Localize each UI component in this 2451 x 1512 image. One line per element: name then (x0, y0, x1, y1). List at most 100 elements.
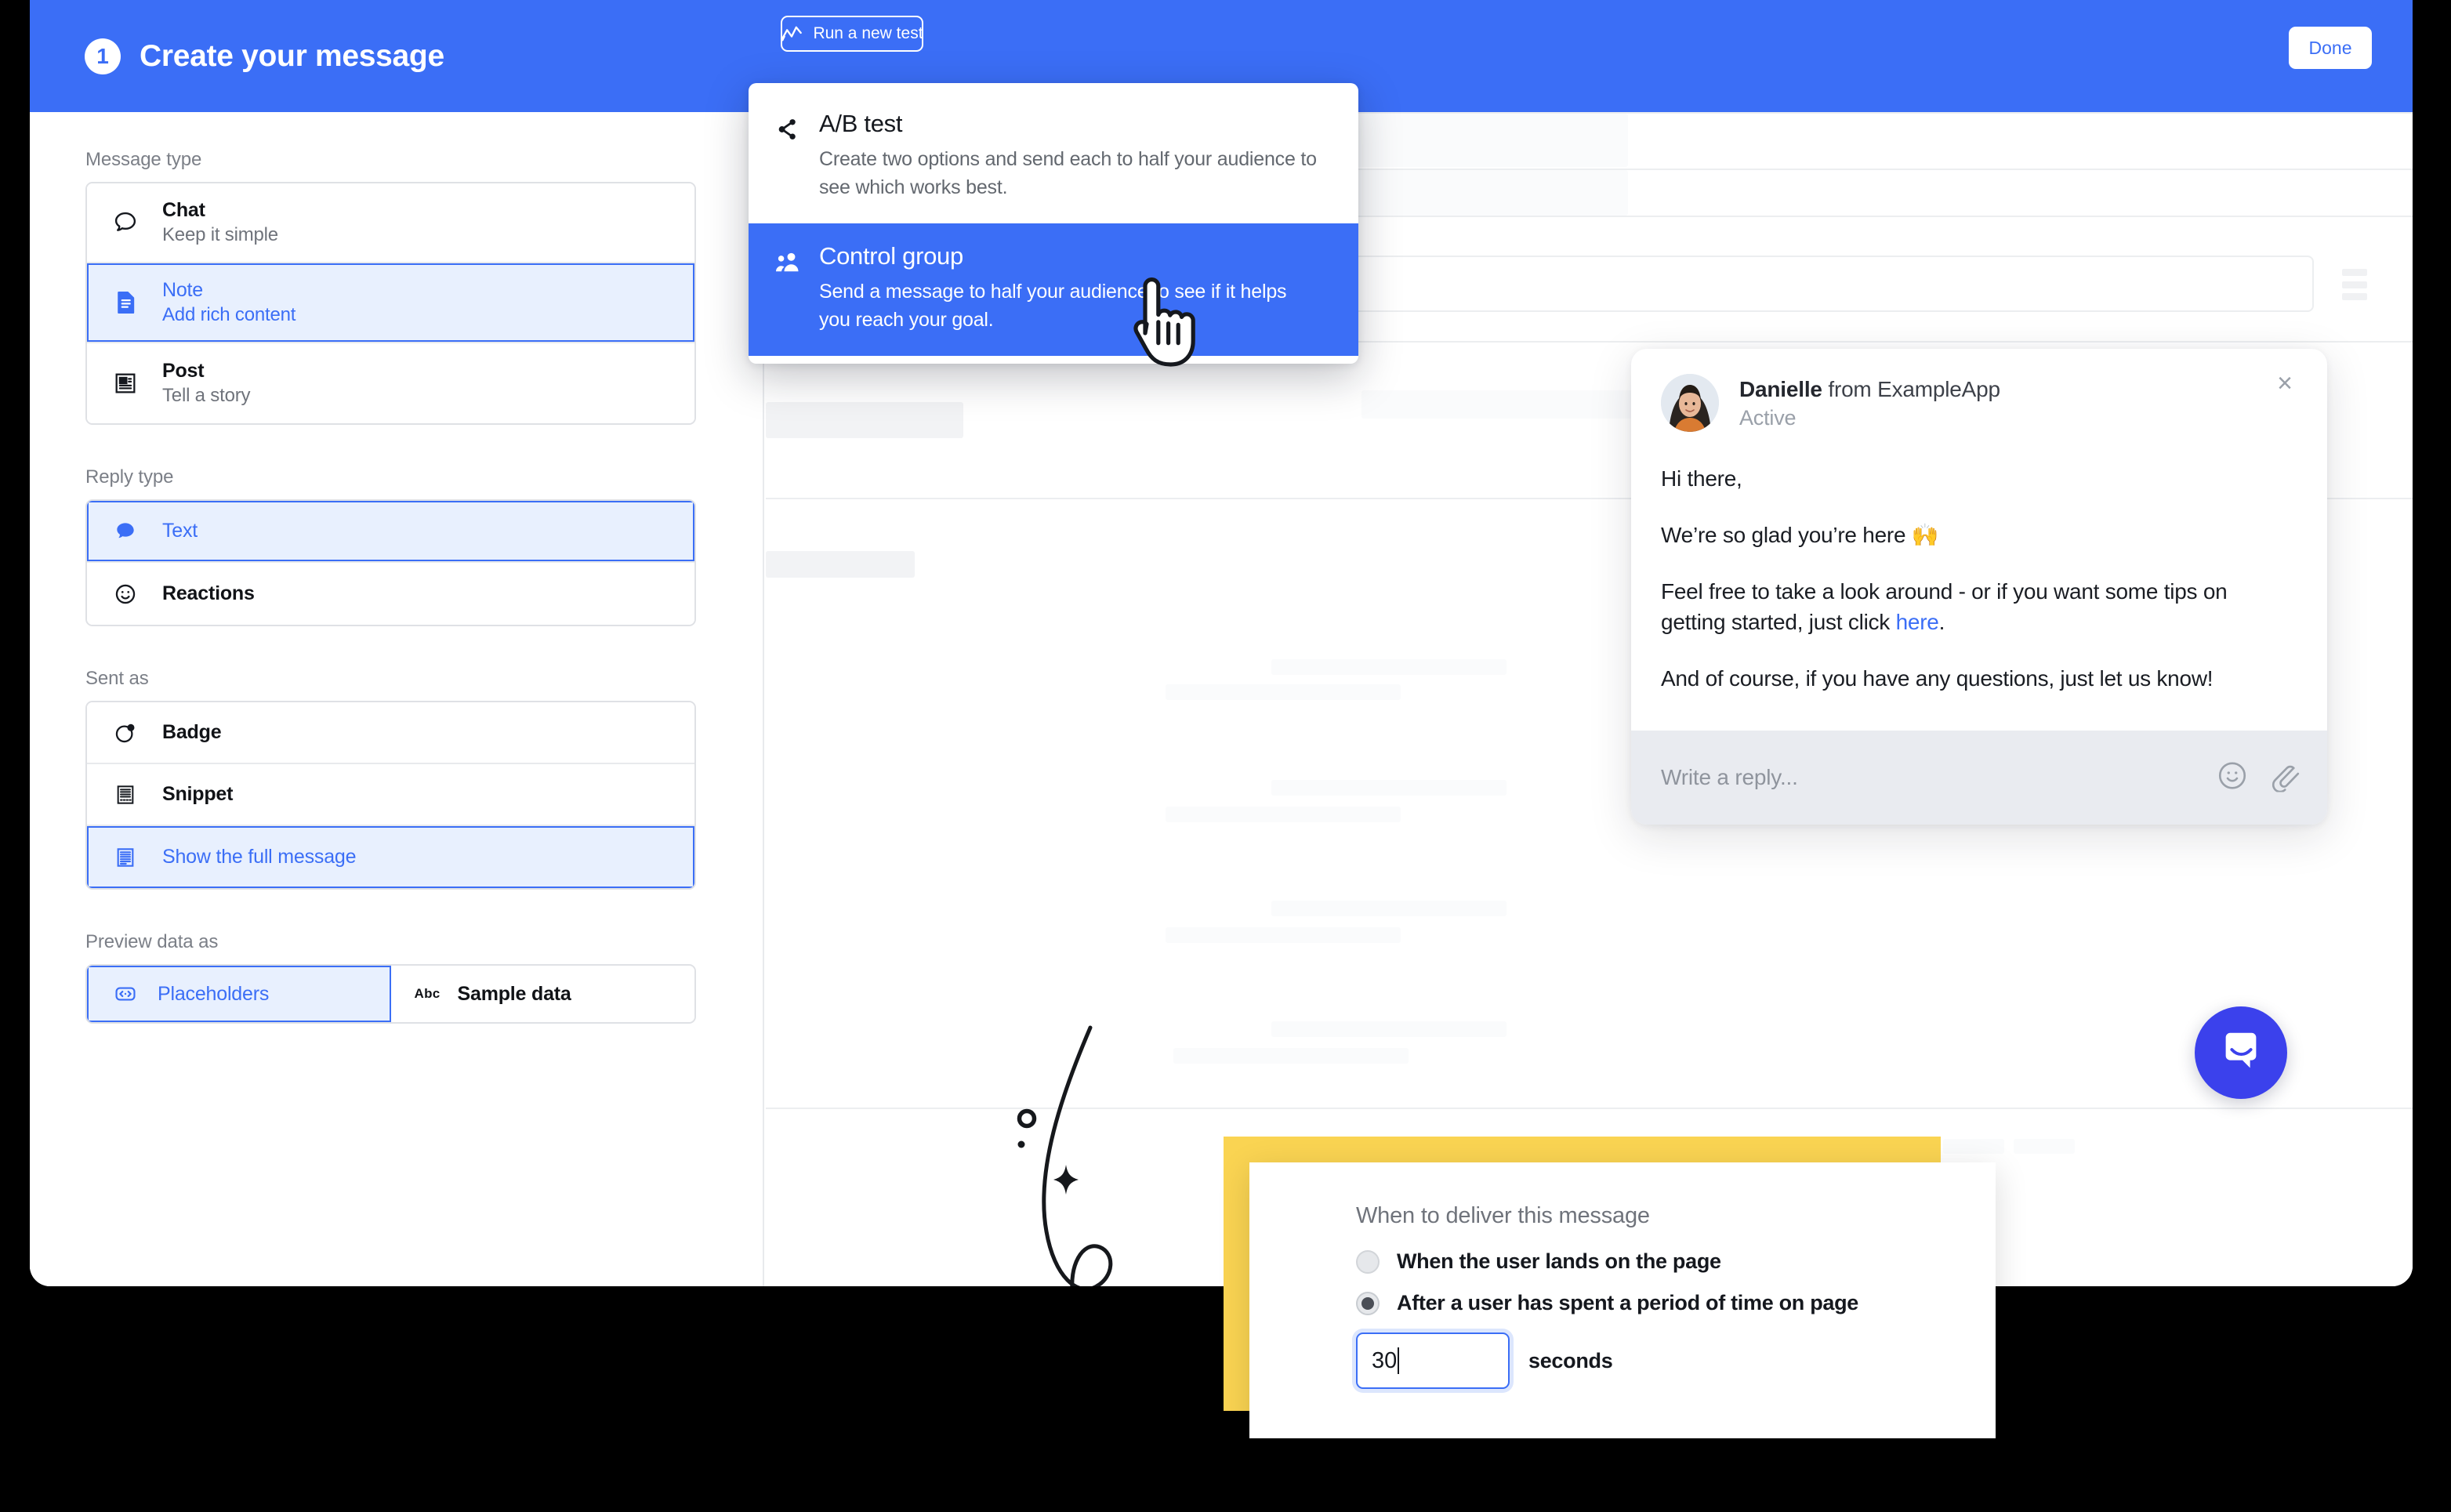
sent-as-option-badge[interactable]: Badge (87, 702, 694, 764)
run-a-new-test-button[interactable]: Run a new test (781, 16, 923, 52)
post-article-icon (111, 368, 140, 398)
reply-type-option-text[interactable]: Text (87, 501, 694, 563)
messenger-launcher-button[interactable] (2195, 1006, 2287, 1099)
close-icon[interactable]: × (2269, 368, 2301, 399)
group-label-reply-type: Reply type (85, 466, 174, 488)
seconds-row: 30 seconds (1356, 1333, 1996, 1389)
messenger-sender-firstname: Danielle (1739, 377, 1822, 401)
messenger-sender-company: from ExampleApp (1822, 377, 2000, 401)
messenger-identity: Danielle from ExampleApp Active (1739, 374, 2000, 430)
group-reply-type: Reply type Text Reactions (85, 466, 763, 626)
sent-as-option-full-message[interactable]: Show the full message (87, 826, 694, 888)
skeleton-chip (2014, 1139, 2075, 1154)
preview-data-option-placeholders[interactable]: Placeholders (87, 966, 391, 1022)
run-a-new-test-label: Run a new test (813, 24, 923, 42)
message-type-post-text: Post Tell a story (162, 360, 251, 407)
smiley-icon[interactable] (2216, 759, 2249, 796)
done-button[interactable]: Done (2289, 27, 2372, 69)
messenger-launcher-icon (2217, 1027, 2265, 1079)
message-type-post-title: Post (162, 360, 205, 382)
page-title: Create your message (140, 38, 444, 73)
dropdown-item-control-group[interactable]: Control group Send a message to half you… (749, 223, 1358, 356)
group-label-message-type: Message type (85, 149, 202, 170)
skeleton-line (766, 551, 915, 578)
badge-circle-icon (111, 718, 140, 748)
delivery-timing-title: When to deliver this message (1356, 1203, 1650, 1228)
message-type-post-sub: Tell a story (162, 385, 251, 406)
radio-button-selected-icon[interactable] (1356, 1291, 1380, 1315)
seconds-input-value: 30 (1372, 1347, 1398, 1373)
delivery-option-on-land-label: When the user lands on the page (1397, 1249, 1721, 1273)
chat-filled-icon (111, 517, 140, 546)
messenger-paragraph-4: And of course, if you have any questions… (1661, 666, 2214, 691)
avatar (1661, 374, 1719, 432)
composer-tools (2216, 759, 2301, 796)
skeleton-line (1166, 927, 1401, 943)
messenger-preview-card: Danielle from ExampleApp Active × Hi the… (1631, 349, 2327, 825)
reply-type-option-reactions[interactable]: Reactions (87, 563, 694, 625)
message-type-note-text: Note Add rich content (162, 279, 295, 326)
dropdown-item-ab-test[interactable]: A/B test Create two options and send eac… (749, 91, 1358, 223)
preview-data-segmented-control: Placeholders Abc Sample data (85, 964, 696, 1024)
message-type-list: Chat Keep it simple Note Add rich conten… (85, 182, 696, 425)
dropdown-item-control-group-title: Control group (819, 242, 963, 270)
reply-type-text-title: Text (162, 520, 198, 542)
messenger-paragraph-3: Feel free to take a look around - or if … (1661, 576, 2297, 639)
people-group-icon (774, 242, 802, 334)
full-message-icon (111, 843, 140, 872)
reply-type-list: Text Reactions (85, 499, 696, 626)
text-caret (1398, 1347, 1400, 1374)
skeleton-chip (1943, 1139, 2004, 1154)
delivery-option-after-time-label: After a user has spent a period of time … (1397, 1291, 1859, 1314)
step-number-badge: 1 (85, 38, 121, 74)
seconds-input[interactable]: 30 (1356, 1333, 1510, 1389)
messenger-paragraph-1: Hi there, (1661, 466, 1742, 491)
run-a-new-test-dropdown: A/B test Create two options and send eac… (749, 83, 1358, 364)
line-chart-icon (781, 23, 803, 45)
messenger-header: Danielle from ExampleApp Active × (1631, 349, 2327, 437)
preview-data-sample-data-label: Sample data (457, 982, 571, 1005)
sent-as-option-snippet[interactable]: Snippet (87, 764, 694, 826)
abc-text-icon: Abc (414, 986, 441, 1001)
message-type-option-post[interactable]: Post Tell a story (87, 343, 694, 423)
message-type-option-note[interactable]: Note Add rich content (87, 263, 694, 343)
delivery-timing-callout: When to deliver this message When the us… (1249, 1162, 1996, 1438)
sent-as-list: Badge Snippet Show the full message (85, 701, 696, 890)
paperclip-icon[interactable] (2268, 759, 2301, 796)
message-type-chat-sub: Keep it simple (162, 224, 278, 245)
seconds-unit-label: seconds (1528, 1348, 1613, 1372)
skeleton-line (1271, 659, 1506, 675)
messenger-message-body: Hi there, We’re so glad you’re here 🙌 Fe… (1631, 437, 2327, 731)
settings-sidebar: Message type Chat Keep it simple Note Ad… (30, 112, 764, 1286)
delivery-option-after-time[interactable]: After a user has spent a period of time … (1356, 1291, 1996, 1315)
skeleton-line (1271, 780, 1506, 796)
top-bar-left: 1 Create your message (85, 0, 444, 112)
group-preview-data-as: Preview data as Placeholders Abc Sample … (85, 931, 763, 1024)
reply-placeholder-text: Write a reply... (1661, 764, 1798, 789)
group-message-type: Message type Chat Keep it simple Note Ad… (85, 149, 763, 425)
preview-data-option-sample-data[interactable]: Abc Sample data (390, 966, 694, 1022)
reply-type-reactions-text: Reactions (162, 582, 255, 605)
skeleton-line (1271, 1021, 1506, 1037)
message-type-option-chat[interactable]: Chat Keep it simple (87, 183, 694, 263)
messenger-status: Active (1739, 406, 1797, 430)
reply-type-text-text: Text (162, 520, 198, 542)
sent-as-snippet-text: Snippet (162, 783, 233, 806)
sent-as-full-message-text: Show the full message (162, 846, 357, 868)
messenger-inline-link[interactable]: here (1896, 610, 1939, 634)
dropdown-item-control-group-description: Send a message to half your audience to … (819, 281, 1287, 331)
preview-divider (766, 1108, 2413, 1109)
sent-as-full-message-title: Show the full message (162, 846, 357, 868)
note-document-icon (111, 288, 140, 317)
dropdown-item-ab-test-title: A/B test (819, 110, 903, 137)
messenger-reply-composer[interactable]: Write a reply... (1631, 730, 2327, 825)
skeleton-line (766, 402, 963, 438)
message-type-chat-text: Chat Keep it simple (162, 199, 278, 246)
radio-button-unselected-icon[interactable] (1356, 1249, 1380, 1274)
smiley-face-icon (111, 579, 140, 609)
messenger-paragraph-3-suffix: . (1938, 610, 1945, 635)
delivery-option-on-land[interactable]: When the user lands on the page (1356, 1249, 1996, 1274)
message-type-chat-title: Chat (162, 199, 205, 221)
dropdown-item-ab-test-content: A/B test Create two options and send eac… (819, 110, 1321, 201)
dropdown-item-ab-test-description: Create two options and send each to half… (819, 148, 1317, 198)
